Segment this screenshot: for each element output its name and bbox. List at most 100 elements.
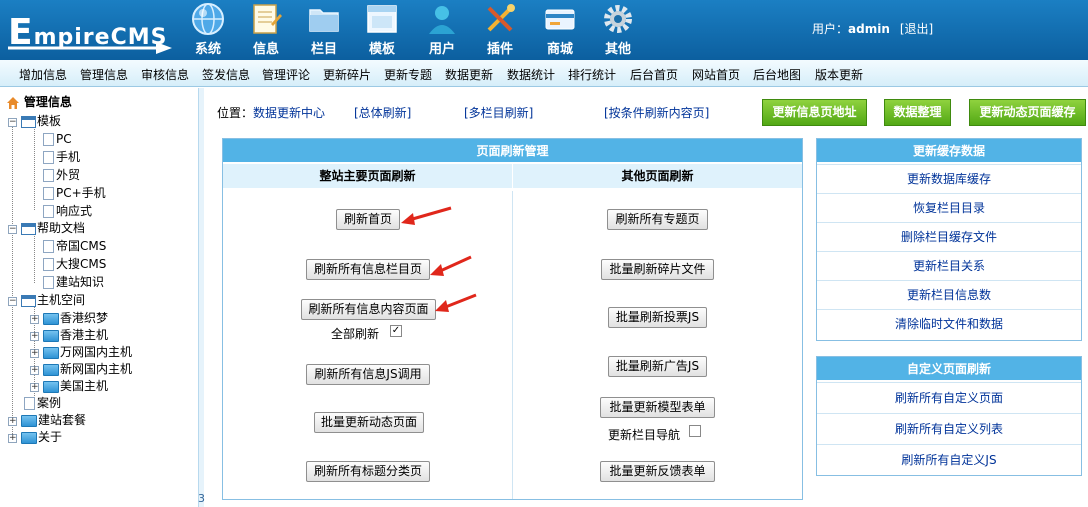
refresh-all-column-pages-button[interactable]: 刷新所有信息栏目页	[306, 259, 430, 280]
logout-link[interactable]: [退出]	[900, 22, 933, 36]
breadcrumb-current[interactable]: 数据更新中心	[253, 106, 325, 120]
tree-item-knowledge[interactable]: 建站知识	[43, 274, 104, 291]
tree-item-mobile[interactable]: 手机	[43, 149, 80, 166]
collapse-icon[interactable]: −	[8, 297, 17, 306]
tree-item-templates[interactable]: 模板	[21, 113, 61, 130]
menu-rank-stats[interactable]: 排行统计	[568, 66, 616, 83]
nav-column[interactable]: 栏目	[299, 2, 349, 58]
refresh-js-calls-button[interactable]: 刷新所有信息JS调用	[306, 364, 430, 385]
tree-item-cases[interactable]: 案例	[24, 395, 61, 412]
multi-column-refresh-link[interactable]: [多栏目刷新]	[464, 104, 533, 121]
refresh-custom-pages-link[interactable]: 刷新所有自定义页面	[817, 382, 1081, 413]
update-column-info-count-link[interactable]: 更新栏目信息数	[817, 280, 1081, 309]
refresh-home-button[interactable]: 刷新首页	[336, 209, 400, 230]
tree-item-hk-host[interactable]: 香港主机	[43, 327, 108, 344]
all-refresh-checkbox[interactable]: ✓	[390, 325, 402, 337]
tree-item-trade[interactable]: 外贸	[43, 167, 80, 184]
data-cleanup-button[interactable]: 数据整理	[884, 99, 951, 126]
tree-item-hk-zhimeng[interactable]: 香港织梦	[43, 310, 108, 327]
credit-card-icon	[545, 9, 575, 30]
batch-refresh-ad-js-button[interactable]: 批量刷新广告JS	[608, 356, 707, 377]
tree-item-wanwang[interactable]: 万网国内主机	[43, 344, 132, 361]
tree-item-xinwang[interactable]: 新网国内主机	[43, 361, 132, 378]
batch-refresh-fragments-button[interactable]: 批量刷新碎片文件	[601, 259, 714, 280]
menu-update-topics[interactable]: 更新专题	[384, 66, 432, 83]
document-icon	[43, 151, 54, 164]
tree-item-dasou[interactable]: 大搜CMS	[43, 256, 106, 273]
sidebar-footer-number: 3	[198, 492, 205, 505]
nav-user-label: 用户	[428, 42, 455, 57]
sidebar-splitter[interactable]	[198, 88, 204, 507]
column-divider	[512, 191, 513, 499]
conditional-refresh-link[interactable]: [按条件刷新内容页]	[604, 104, 709, 121]
menu-data-update[interactable]: 数据更新	[445, 66, 493, 83]
menu-manage-info[interactable]: 管理信息	[80, 66, 128, 83]
delete-column-cache-link[interactable]: 删除栏目缓存文件	[817, 222, 1081, 251]
expand-icon[interactable]: +	[8, 417, 17, 426]
tree-item-pc-mobile[interactable]: PC+手机	[43, 185, 106, 202]
tree-item-responsive[interactable]: 响应式	[43, 203, 92, 220]
menu-sign-info[interactable]: 签发信息	[202, 66, 250, 83]
empirecms-logo[interactable]: EmpireCMS	[8, 8, 173, 54]
nav-user[interactable]: 用户	[417, 2, 467, 58]
update-db-cache-link[interactable]: 更新数据库缓存	[817, 164, 1081, 193]
menu-version-update[interactable]: 版本更新	[815, 66, 863, 83]
expand-icon[interactable]: +	[8, 434, 17, 443]
menu-data-stats[interactable]: 数据统计	[507, 66, 555, 83]
tree-item-about[interactable]: 关于	[21, 429, 62, 446]
expand-icon[interactable]: +	[30, 315, 39, 324]
refresh-all-content-pages-button[interactable]: 刷新所有信息内容页面	[301, 299, 436, 320]
tree-item-host[interactable]: 主机空间	[21, 292, 85, 309]
tree-item-help[interactable]: 帮助文档	[21, 220, 85, 237]
tree-guide-line	[34, 233, 35, 283]
nav-other[interactable]: 其他	[593, 2, 643, 58]
nav-shop[interactable]: 商城	[535, 2, 585, 58]
overall-refresh-link[interactable]: [总体刷新]	[354, 104, 411, 121]
tree-item-label: 万网国内主机	[60, 345, 133, 359]
cache-panel: 更新缓存数据 更新数据库缓存 恢复栏目目录 删除栏目缓存文件 更新栏目关系 更新…	[816, 138, 1082, 341]
expand-icon[interactable]: +	[30, 366, 39, 375]
update-column-relations-link[interactable]: 更新栏目关系	[817, 251, 1081, 280]
refresh-custom-js-link[interactable]: 刷新所有自定义JS	[817, 444, 1081, 475]
menu-add-info[interactable]: 增加信息	[19, 66, 67, 83]
tree-root[interactable]: 管理信息	[6, 94, 72, 111]
clear-temp-files-link[interactable]: 清除临时文件和数据	[817, 309, 1081, 338]
menu-admin-map[interactable]: 后台地图	[753, 66, 801, 83]
tree-item-packages[interactable]: 建站套餐	[21, 412, 86, 429]
tree-item-label: 模板	[37, 114, 62, 128]
expand-icon[interactable]: +	[30, 332, 39, 341]
refresh-custom-lists-link[interactable]: 刷新所有自定义列表	[817, 413, 1081, 444]
nav-plugin[interactable]: 插件	[475, 2, 525, 58]
menu-update-fragments[interactable]: 更新碎片	[323, 66, 371, 83]
folder-icon	[43, 312, 59, 325]
menu-admin-home[interactable]: 后台首页	[630, 66, 678, 83]
update-dynamic-cache-button[interactable]: 更新动态页面缓存	[969, 99, 1086, 126]
batch-update-dynamic-pages-button[interactable]: 批量更新动态页面	[314, 412, 424, 433]
nav-template[interactable]: 模板	[357, 2, 407, 58]
tree-item-empire[interactable]: 帝国CMS	[43, 238, 106, 255]
refresh-title-category-pages-button[interactable]: 刷新所有标题分类页	[306, 461, 430, 482]
batch-update-model-forms-button[interactable]: 批量更新模型表单	[600, 397, 715, 418]
collapse-icon[interactable]: −	[8, 118, 17, 127]
nav-system[interactable]: 系统	[183, 2, 233, 58]
expand-icon[interactable]: +	[30, 383, 39, 392]
nav-shop-label: 商城	[546, 42, 573, 57]
document-icon	[43, 258, 54, 271]
document-icon	[43, 276, 54, 289]
menu-review-info[interactable]: 审核信息	[141, 66, 189, 83]
tree-item-us-host[interactable]: 美国主机	[43, 378, 108, 395]
batch-update-feedback-forms-button[interactable]: 批量更新反馈表单	[600, 461, 715, 482]
update-info-url-button[interactable]: 更新信息页地址	[762, 99, 867, 126]
refresh-all-topics-button[interactable]: 刷新所有专题页	[607, 209, 708, 230]
menu-manage-comments[interactable]: 管理评论	[262, 66, 310, 83]
expand-icon[interactable]: +	[30, 349, 39, 358]
batch-refresh-vote-js-button[interactable]: 批量刷新投票JS	[608, 307, 707, 328]
menu-site-home[interactable]: 网站首页	[692, 66, 740, 83]
update-nav-checkbox[interactable]	[689, 425, 701, 437]
folder-icon	[309, 9, 339, 32]
restore-column-dirs-link[interactable]: 恢复栏目目录	[817, 193, 1081, 222]
nav-info[interactable]: 信息	[241, 2, 291, 58]
collapse-icon[interactable]: −	[8, 225, 17, 234]
tree-item-pc[interactable]: PC	[43, 131, 72, 148]
tree-guide-line	[12, 126, 13, 438]
